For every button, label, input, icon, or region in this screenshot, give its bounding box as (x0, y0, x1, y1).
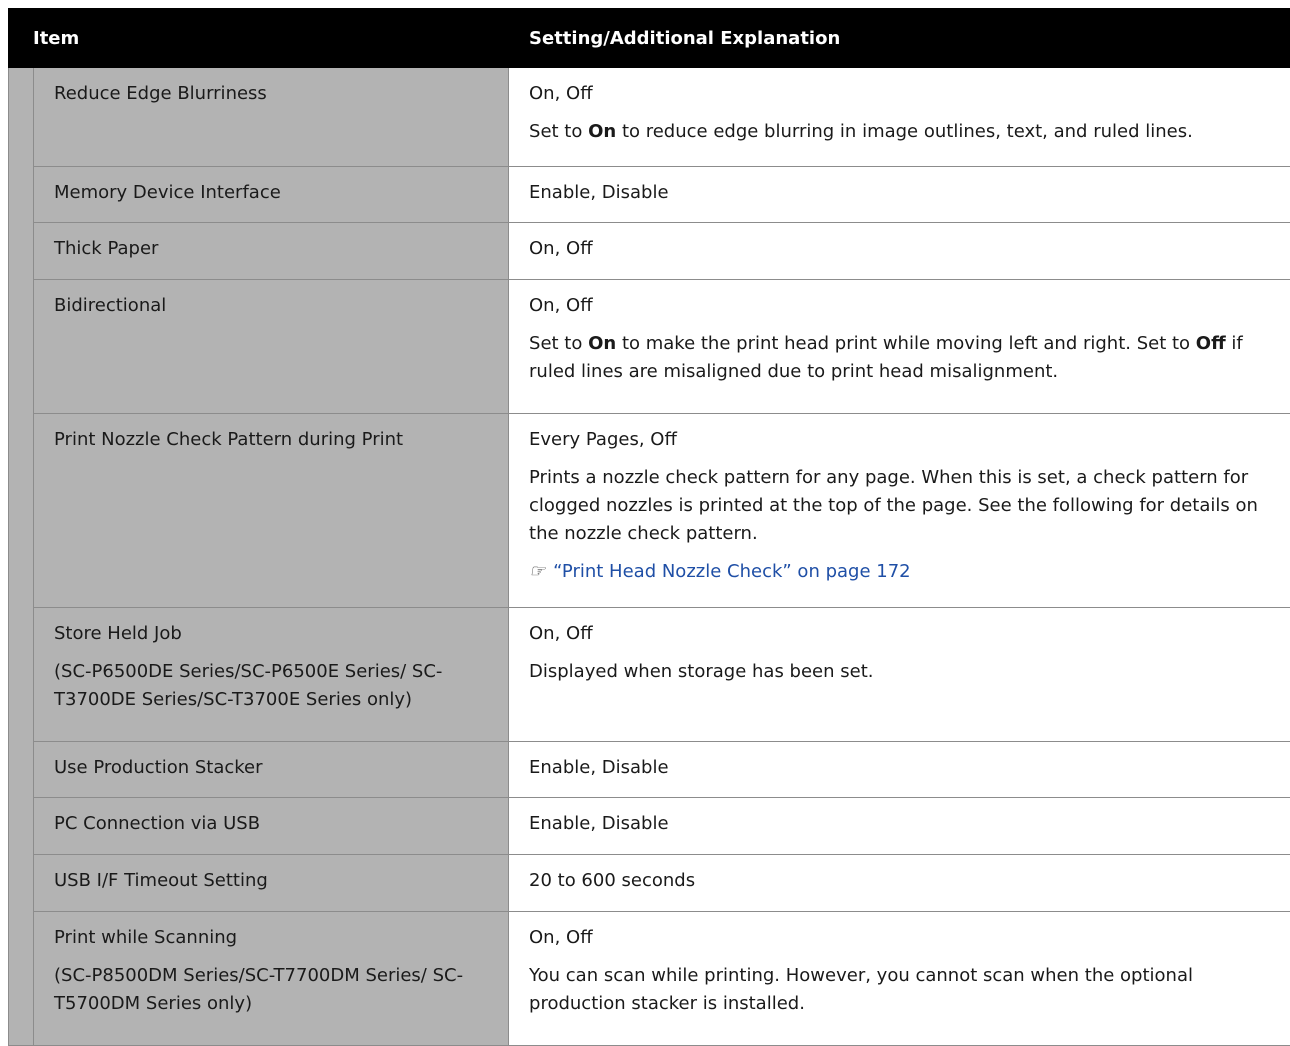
row-value: Enable, Disable (509, 742, 1290, 798)
table-row: Use Production Stacker Enable, Disable (9, 742, 1290, 798)
row-note: Displayed when storage has been set. (529, 658, 1280, 686)
table-row: Thick Paper On, Off (9, 223, 1290, 280)
table-row: Print while Scanning (SC-P8500DM Series/… (9, 912, 1290, 1046)
row-options: Enable, Disable (529, 179, 1280, 207)
row-value: 20 to 600 seconds (509, 855, 1290, 912)
header-setting: Setting/Additional Explanation (509, 9, 1290, 68)
row-options: 20 to 600 seconds (529, 867, 1280, 895)
header-item: Item (9, 9, 509, 68)
table-row: Print Nozzle Check Pattern during Print … (9, 414, 1290, 608)
row-item: Thick Paper (34, 223, 509, 280)
reference-pointer-icon: ☞ (529, 561, 545, 582)
row-note: Set to On to make the print head print w… (529, 330, 1280, 386)
row-note: Set to On to reduce edge blurring in ima… (529, 118, 1280, 146)
row-item: Print while Scanning (SC-P8500DM Series/… (34, 912, 509, 1046)
group-indent-band (9, 68, 34, 1046)
table-header: Item Setting/Additional Explanation (9, 9, 1290, 68)
row-note: You can scan while printing. However, yo… (529, 962, 1280, 1018)
row-value: Enable, Disable (509, 167, 1290, 223)
row-item: PC Connection via USB (34, 798, 509, 855)
table-row: Bidirectional On, Off Set to On to make … (9, 280, 1290, 414)
row-item: Memory Device Interface (34, 167, 509, 223)
row-item: Reduce Edge Blurriness (34, 68, 509, 167)
row-options: On, Off (529, 292, 1280, 320)
row-item: Store Held Job (SC-P6500DE Series/SC-P65… (34, 608, 509, 742)
row-value: On, Off Set to On to make the print head… (509, 280, 1290, 414)
row-value: On, Off (509, 223, 1290, 280)
reference-link[interactable]: “Print Head Nozzle Check” on page 172 (553, 561, 910, 582)
row-item-subnote: (SC-P6500DE Series/SC-P6500E Series/ SC-… (54, 658, 498, 714)
settings-table: Item Setting/Additional Explanation Redu… (8, 8, 1290, 1046)
row-options: On, Off (529, 80, 1280, 108)
row-options: Enable, Disable (529, 810, 1280, 838)
row-value: Enable, Disable (509, 798, 1290, 855)
row-item: USB I/F Timeout Setting (34, 855, 509, 912)
row-options: On, Off (529, 620, 1280, 648)
table-row: USB I/F Timeout Setting 20 to 600 second… (9, 855, 1290, 912)
table-row: Store Held Job (SC-P6500DE Series/SC-P65… (9, 608, 1290, 742)
row-options: On, Off (529, 924, 1280, 952)
row-value: Every Pages, Off Prints a nozzle check p… (509, 414, 1290, 608)
row-item: Print Nozzle Check Pattern during Print (34, 414, 509, 608)
row-value: On, Off Set to On to reduce edge blurrin… (509, 68, 1290, 167)
row-note: Prints a nozzle check pattern for any pa… (529, 464, 1280, 548)
cross-reference: ☞ “Print Head Nozzle Check” on page 172 (529, 558, 1280, 586)
table-row: PC Connection via USB Enable, Disable (9, 798, 1290, 855)
table-row: Memory Device Interface Enable, Disable (9, 167, 1290, 223)
row-value: On, Off Displayed when storage has been … (509, 608, 1290, 742)
row-item: Bidirectional (34, 280, 509, 414)
row-options: Enable, Disable (529, 754, 1280, 782)
row-item-subnote: (SC-P8500DM Series/SC-T7700DM Series/ SC… (54, 962, 498, 1018)
row-options: On, Off (529, 235, 1280, 263)
row-item: Use Production Stacker (34, 742, 509, 798)
row-options: Every Pages, Off (529, 426, 1280, 454)
row-value: On, Off You can scan while printing. How… (509, 912, 1290, 1046)
table-row: Reduce Edge Blurriness On, Off Set to On… (9, 68, 1290, 167)
